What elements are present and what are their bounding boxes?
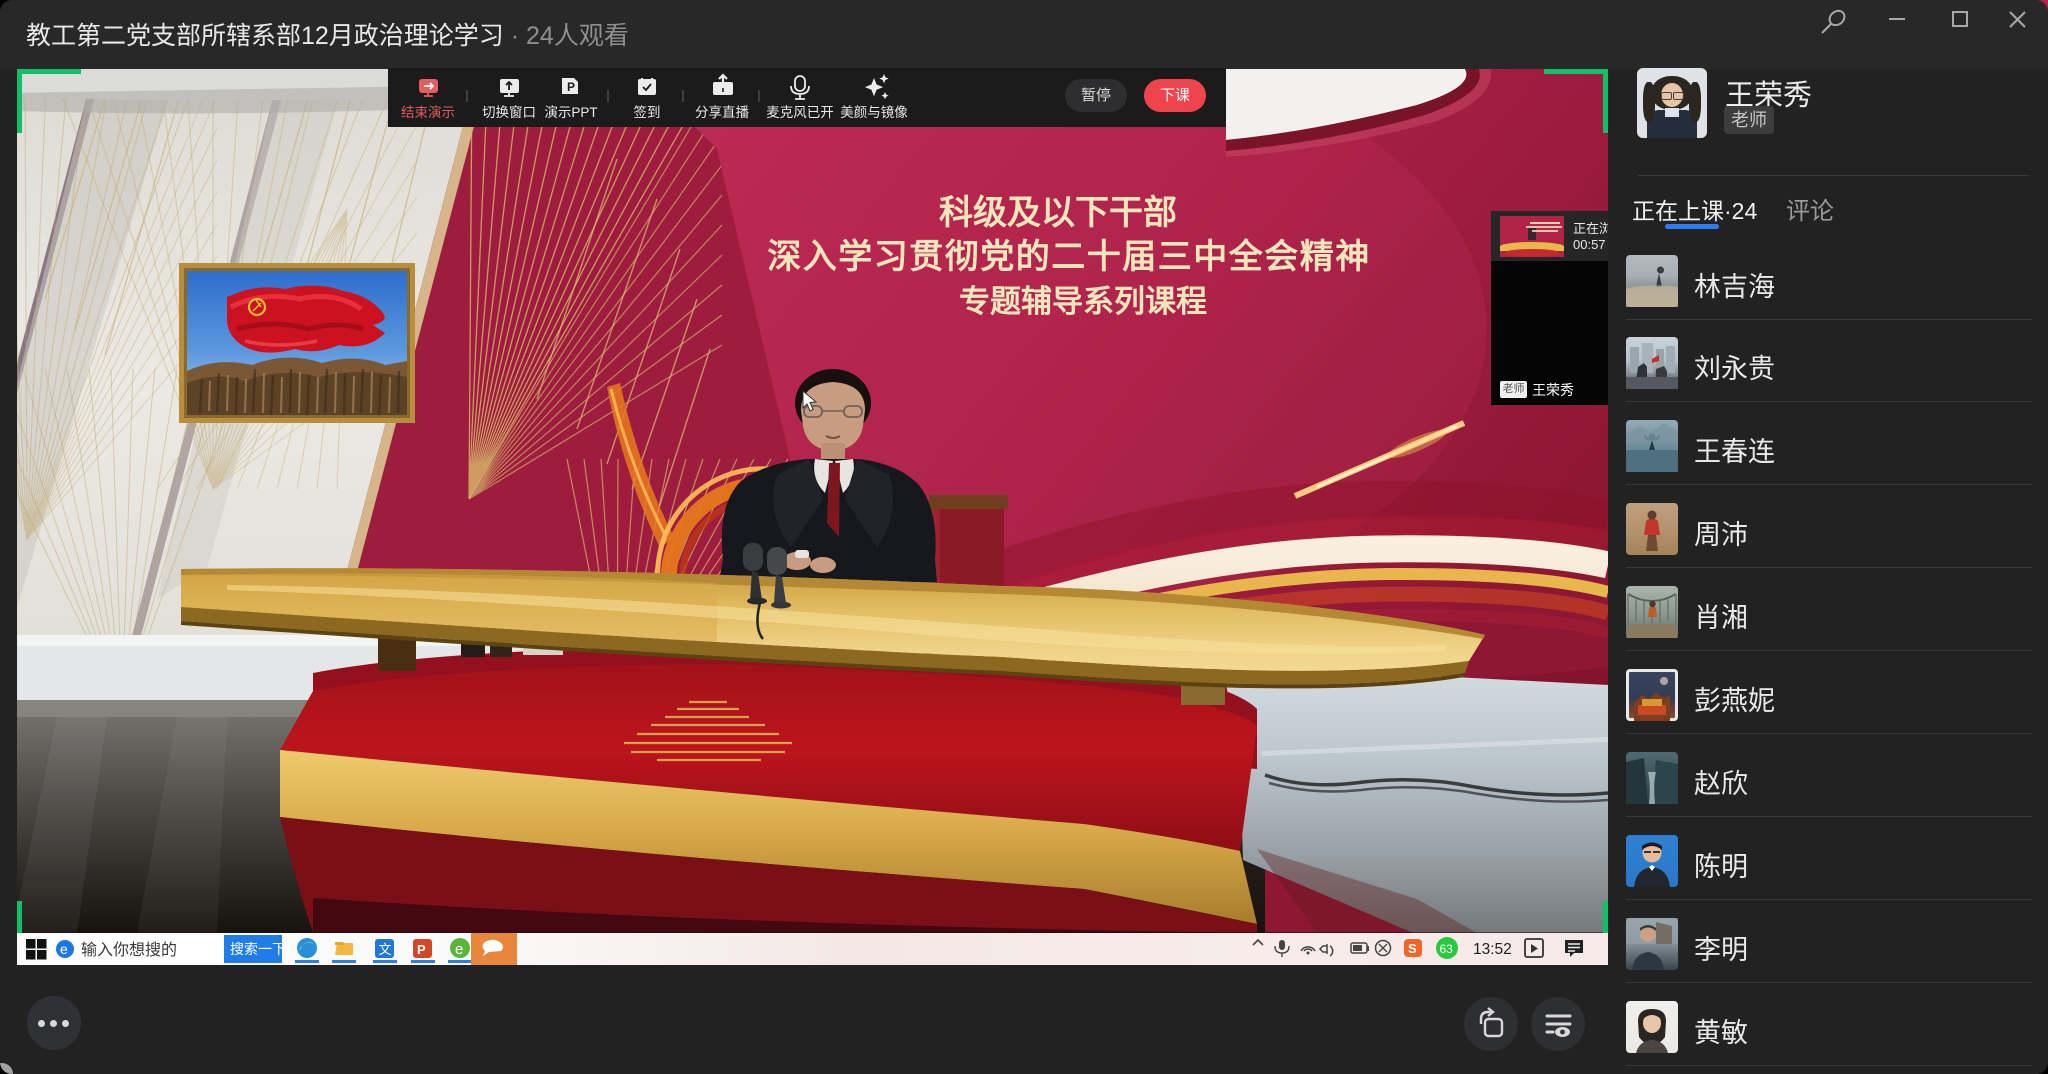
svg-text:P: P — [567, 80, 575, 94]
svg-text:文: 文 — [379, 942, 392, 957]
svg-text:输入你想搜的: 输入你想搜的 — [81, 941, 177, 959]
svg-text:科级及以下干部: 科级及以下干部 — [939, 194, 1177, 232]
svg-text:深入学习贯彻党的二十届三中全会精神: 深入学习贯彻党的二十届三中全会精神 — [767, 237, 1371, 276]
svg-text:63: 63 — [1440, 942, 1454, 956]
svg-text:e: e — [455, 941, 463, 958]
svg-text:e: e — [60, 941, 68, 957]
svg-text:专题辅导系列课程: 专题辅导系列课程 — [959, 284, 1207, 319]
svg-text:搜索一下: 搜索一下 — [230, 941, 286, 957]
svg-text:S: S — [1408, 941, 1417, 956]
svg-text:P: P — [417, 942, 426, 957]
svg-text:13:52: 13:52 — [1473, 941, 1512, 958]
